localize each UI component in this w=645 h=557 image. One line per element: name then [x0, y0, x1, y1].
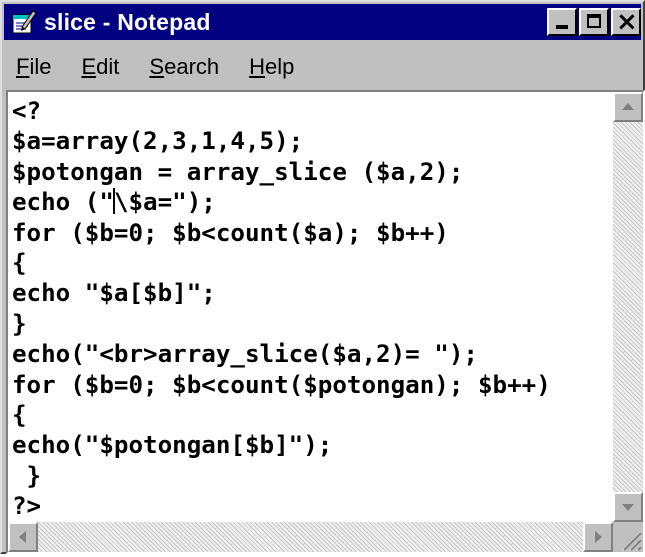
code-line-7: echo "$a[$b]"; — [12, 279, 216, 308]
title-buttons: × — [545, 7, 641, 37]
code-line-1: <? — [12, 97, 42, 125]
arrow-down-icon — [622, 504, 634, 511]
scroll-left-button[interactable] — [8, 522, 38, 552]
menu-help-accel: H — [249, 54, 266, 79]
notepad-icon — [12, 10, 36, 34]
code-line-9: echo("<br>array_slice($a,2)= "); — [12, 340, 478, 369]
maximize-button[interactable] — [579, 8, 609, 36]
resize-grip-icon[interactable] — [613, 522, 643, 552]
code-line-10: for ($b=0; $b<count($potongan); $b++) — [12, 370, 551, 399]
code-line-12: echo("$potongan[$b]"); — [12, 431, 333, 460]
menu-edit[interactable]: Edit — [77, 52, 123, 82]
menu-file-rest: ile — [29, 54, 52, 79]
notepad-window: slice - Notepad × File Edit Search Help … — [0, 0, 645, 554]
code-line-8: } — [12, 309, 27, 338]
close-icon: × — [616, 7, 638, 37]
code-line-14: ?> — [12, 492, 42, 521]
scroll-up-button[interactable] — [613, 92, 643, 122]
text-caret — [112, 188, 115, 215]
code-line-4: echo ("\$a="); — [12, 188, 216, 217]
code-line-5: for ($b=0; $b<count($a); $b++) — [12, 218, 449, 247]
menu-search-rest: earch — [164, 54, 220, 79]
window-title: slice - Notepad — [44, 8, 211, 35]
maximize-icon — [587, 14, 601, 28]
vertical-scrollbar[interactable] — [613, 92, 643, 522]
menu-file-accel: F — [16, 54, 30, 79]
arrow-left-icon — [19, 531, 26, 543]
menu-file[interactable]: File — [12, 52, 55, 82]
menu-edit-accel: E — [81, 54, 97, 79]
menu-edit-rest: dit — [96, 54, 120, 79]
menu-search-accel: S — [149, 54, 165, 79]
menu-help[interactable]: Help — [245, 52, 298, 82]
minimize-button[interactable] — [547, 8, 577, 36]
arrow-right-icon — [595, 531, 602, 543]
text-editor[interactable]: <? $a=array(2,3,1,4,5); $potongan = array_… — [8, 92, 613, 522]
menu-help-rest: elp — [265, 54, 295, 79]
editor-frame: <? $a=array(2,3,1,4,5); $potongan = array_… — [6, 90, 645, 554]
code-line-2: $a=array(2,3,1,4,5); — [12, 127, 304, 156]
minimize-icon — [556, 25, 568, 29]
menu-search[interactable]: Search — [145, 52, 223, 82]
code-text: <? $a=array(2,3,1,4,5); $potongan = array_… — [8, 92, 613, 521]
horizontal-scrollbar[interactable] — [8, 522, 613, 552]
code-line-3: $potongan = array_slice ($a,2); — [12, 157, 464, 186]
title-bar[interactable]: slice - Notepad × — [4, 4, 641, 40]
code-line-13: } — [12, 461, 42, 490]
arrow-up-icon — [622, 103, 634, 110]
code-line-11: { — [12, 400, 27, 429]
menu-bar: File Edit Search Help — [4, 48, 641, 86]
code-line-6: { — [12, 248, 27, 277]
scroll-right-button[interactable] — [583, 522, 613, 552]
scroll-down-button[interactable] — [613, 492, 643, 522]
close-button[interactable]: × — [611, 7, 641, 37]
